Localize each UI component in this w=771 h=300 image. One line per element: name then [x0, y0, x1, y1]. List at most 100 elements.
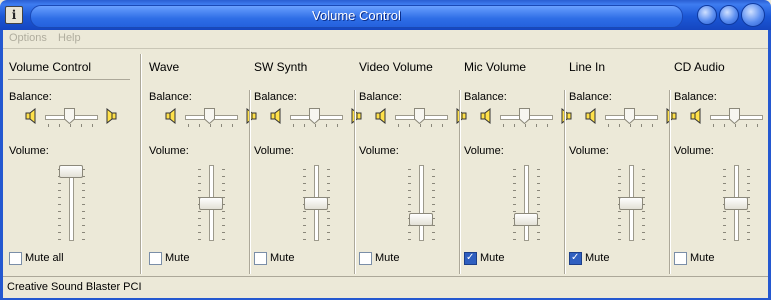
volume-tick	[642, 211, 645, 212]
balance-slider-thumb[interactable]	[624, 108, 635, 125]
volume-tick	[327, 211, 330, 212]
speaker-left-icon	[375, 107, 389, 125]
volume-tick	[82, 225, 85, 226]
volume-slider-thumb[interactable]	[409, 213, 433, 226]
volume-slider-thumb[interactable]	[59, 165, 83, 178]
balance-tick	[503, 124, 504, 127]
channel-separator	[354, 90, 356, 274]
volume-tick	[537, 197, 540, 198]
volume-tick	[513, 183, 516, 184]
mute-label[interactable]: Mute	[585, 252, 609, 264]
volume-tick	[723, 239, 726, 240]
volume-tick	[408, 190, 411, 191]
volume-tick	[303, 232, 306, 233]
volume-tick	[222, 169, 225, 170]
volume-tick	[58, 190, 61, 191]
volume-tick	[327, 190, 330, 191]
volume-slider-thumb[interactable]	[619, 197, 643, 210]
maximize-button[interactable]	[719, 5, 739, 25]
balance-slider-thumb[interactable]	[309, 108, 320, 125]
volume-tick	[618, 232, 621, 233]
volume-tick	[642, 190, 645, 191]
balance-slider-thumb[interactable]	[414, 108, 425, 125]
mute-checkbox[interactable]	[149, 252, 162, 265]
mute-label[interactable]: Mute	[480, 252, 504, 264]
volume-tick	[537, 211, 540, 212]
balance-label: Balance:	[149, 91, 192, 103]
menu-bar: Options Help	[3, 30, 768, 48]
volume-tick	[198, 225, 201, 226]
volume-tick	[723, 218, 726, 219]
volume-tick	[222, 183, 225, 184]
volume-tick	[618, 176, 621, 177]
close-button[interactable]	[741, 3, 765, 27]
balance-slider-thumb[interactable]	[64, 108, 75, 125]
volume-tick	[198, 239, 201, 240]
balance-tick	[81, 124, 82, 127]
balance-slider-thumb[interactable]	[729, 108, 740, 125]
info-icon[interactable]: i	[5, 6, 23, 24]
mute-checkbox[interactable]	[674, 252, 687, 265]
volume-tick	[432, 211, 435, 212]
volume-slider-thumb[interactable]	[304, 197, 328, 210]
mute-label[interactable]: Mute	[270, 252, 294, 264]
volume-tick	[537, 190, 540, 191]
balance-tick	[188, 124, 189, 127]
volume-slider-thumb[interactable]	[724, 197, 748, 210]
speaker-left-icon	[690, 107, 704, 125]
mute-checkbox[interactable]	[464, 252, 477, 265]
channel-separator	[564, 90, 566, 274]
volume-tick	[222, 225, 225, 226]
volume-tick	[723, 183, 726, 184]
volume-tick	[58, 211, 61, 212]
mute-checkbox[interactable]	[9, 252, 22, 265]
mute-label[interactable]: Mute	[165, 252, 189, 264]
menu-help[interactable]: Help	[58, 32, 81, 44]
volume-tick	[408, 169, 411, 170]
speaker-left-icon	[270, 107, 284, 125]
channel-name: Line In	[569, 60, 606, 74]
volume-tick	[747, 232, 750, 233]
volume-tick	[642, 232, 645, 233]
mute-label[interactable]: Mute	[690, 252, 714, 264]
mute-label[interactable]: Mute	[375, 252, 399, 264]
window-title: Volume Control	[312, 8, 401, 23]
volume-tick	[327, 218, 330, 219]
mute-checkbox[interactable]	[359, 252, 372, 265]
balance-tick	[409, 124, 410, 127]
balance-label: Balance:	[464, 91, 507, 103]
volume-tick	[747, 239, 750, 240]
channel-separator	[249, 90, 251, 274]
volume-tick	[642, 225, 645, 226]
minimize-button[interactable]	[697, 5, 717, 25]
volume-tick	[618, 218, 621, 219]
balance-slider-thumb[interactable]	[204, 108, 215, 125]
volume-label: Volume:	[9, 145, 49, 157]
volume-tick	[408, 232, 411, 233]
balance-tick	[398, 124, 399, 127]
volume-tick	[58, 183, 61, 184]
volume-tick	[432, 169, 435, 170]
volume-tick	[747, 218, 750, 219]
balance-tick	[431, 124, 432, 127]
volume-tick	[432, 197, 435, 198]
volume-slider-thumb[interactable]	[514, 213, 538, 226]
balance-label: Balance:	[674, 91, 717, 103]
volume-tick	[537, 183, 540, 184]
menu-options[interactable]: Options	[9, 32, 47, 44]
volume-tick	[432, 183, 435, 184]
balance-tick	[757, 124, 758, 127]
volume-slider-thumb[interactable]	[199, 197, 223, 210]
volume-tick	[513, 197, 516, 198]
volume-label: Volume:	[254, 145, 294, 157]
balance-slider-thumb[interactable]	[519, 108, 530, 125]
volume-tick	[82, 211, 85, 212]
volume-tick	[82, 190, 85, 191]
volume-tick	[198, 232, 201, 233]
window-frame-left	[0, 30, 3, 300]
mute-checkbox[interactable]	[254, 252, 267, 265]
volume-label: Volume:	[149, 145, 189, 157]
volume-tick	[513, 176, 516, 177]
mute-label[interactable]: Mute all	[25, 252, 64, 264]
mute-checkbox[interactable]	[569, 252, 582, 265]
